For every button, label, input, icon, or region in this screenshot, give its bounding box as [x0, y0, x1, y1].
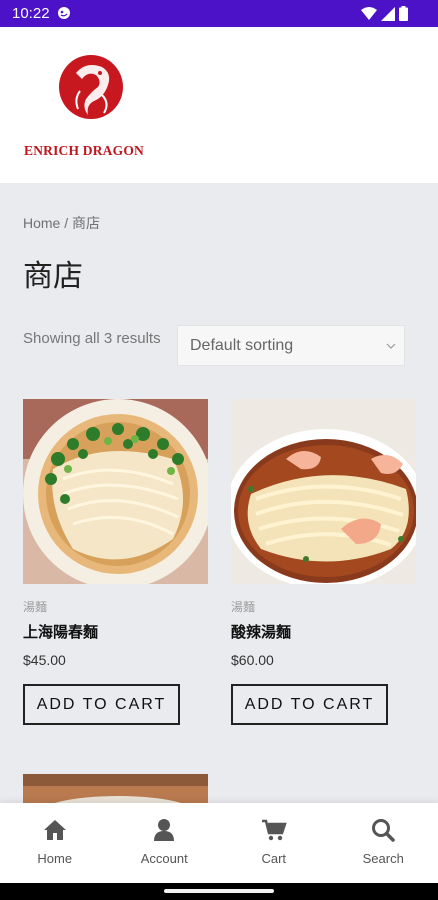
gesture-handle[interactable]	[164, 889, 274, 893]
status-icons	[361, 6, 408, 21]
system-gesture-area	[0, 883, 438, 900]
search-icon	[372, 819, 395, 842]
logo[interactable]: ENRICH DRAGON	[24, 51, 158, 163]
breadcrumb-home-link[interactable]: Home	[23, 215, 60, 231]
result-count: Showing all 3 results	[23, 330, 161, 347]
status-bar: 10:22	[0, 0, 438, 27]
product-card: 湯麵 上海陽春麵 $45.00 ADD TO CART	[23, 399, 208, 725]
nav-home-label: Home	[37, 851, 73, 866]
site-header: ENRICH DRAGON	[0, 27, 438, 183]
product-name[interactable]: 上海陽春麵	[23, 621, 208, 642]
logo-text: ENRICH DRAGON	[24, 143, 144, 158]
status-time: 10:22	[12, 5, 50, 22]
product-card: 湯麵 酸辣湯麵 $60.00 ADD TO CART	[231, 399, 416, 725]
product-name[interactable]: 酸辣湯麵	[231, 621, 416, 642]
signal-icon	[381, 6, 395, 21]
nav-account-label: Account	[140, 851, 188, 866]
breadcrumb-current: 商店	[72, 215, 101, 231]
breadcrumb-separator: /	[64, 215, 69, 231]
product-category: 湯麵	[231, 600, 256, 614]
breadcrumb: Home / 商店	[23, 213, 100, 233]
dragon-logo-icon	[59, 55, 123, 119]
nav-account[interactable]: Account	[110, 803, 220, 883]
cart-icon	[261, 819, 287, 841]
product-image[interactable]	[23, 774, 208, 803]
product-image[interactable]	[231, 399, 416, 584]
product-category: 湯麵	[23, 600, 48, 614]
nav-cart[interactable]: Cart	[219, 803, 329, 883]
product-image[interactable]	[23, 399, 208, 584]
product-price: $45.00	[23, 652, 66, 668]
user-icon	[154, 819, 175, 841]
nav-search-label: Search	[362, 851, 404, 866]
chevron-down-icon	[386, 343, 396, 349]
product-price: $60.00	[231, 652, 274, 668]
bottom-navigation: Home Account Cart Search	[0, 803, 438, 883]
page-title: 商店	[23, 259, 83, 294]
product-image-partial	[23, 774, 208, 803]
nav-cart-label: Cart	[261, 851, 287, 866]
shrimp-noodle-image	[231, 399, 416, 584]
battery-icon	[399, 6, 408, 21]
sorting-selected-value: Default sorting	[190, 337, 294, 354]
wifi-icon	[361, 6, 377, 20]
add-to-cart-button[interactable]: ADD TO CART	[231, 684, 388, 725]
nav-home[interactable]: Home	[0, 803, 110, 883]
notification-app-icon	[58, 7, 70, 19]
shop-content: Home / 商店 商店 Showing all 3 results Defau…	[0, 183, 438, 803]
nav-search[interactable]: Search	[329, 803, 438, 883]
sorting-select[interactable]: Default sorting	[177, 325, 405, 366]
add-to-cart-button[interactable]: ADD TO CART	[23, 684, 180, 725]
home-icon	[43, 820, 66, 840]
noodle-bowl-image	[23, 399, 208, 584]
